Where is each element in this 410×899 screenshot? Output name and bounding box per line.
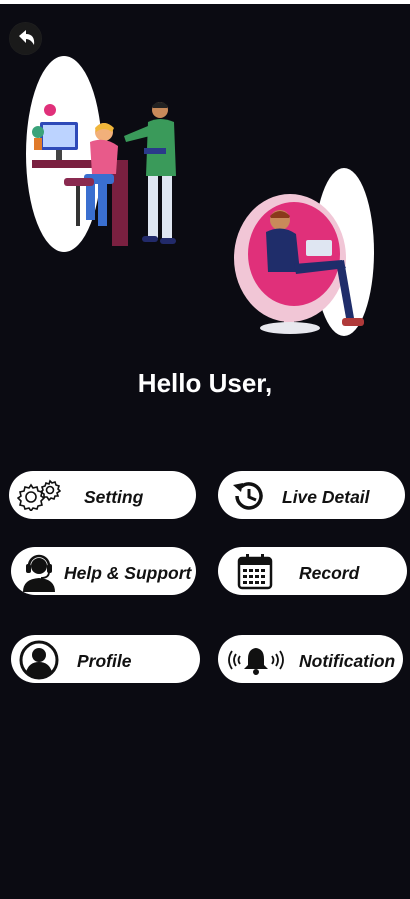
- setting-label: Setting: [84, 487, 144, 507]
- live-detail-label: Live Detail: [282, 487, 370, 507]
- live-detail-button[interactable]: Live Detail: [218, 471, 405, 519]
- back-button[interactable]: [9, 22, 42, 55]
- record-button[interactable]: Record: [218, 547, 407, 595]
- back-arrow-icon: [9, 22, 42, 55]
- team-office-illustration: [26, 56, 176, 252]
- greeting-heading: Hello User,: [137, 368, 273, 398]
- profile-button[interactable]: Profile: [11, 635, 200, 683]
- gears-icon: [17, 479, 61, 511]
- clock-history-icon: [231, 479, 267, 513]
- help-support-label: Help & Support: [64, 563, 192, 583]
- calendar-icon: [236, 552, 274, 590]
- record-label: Record: [299, 563, 360, 583]
- top-status-line: [0, 0, 410, 4]
- notification-button[interactable]: Notification: [218, 635, 403, 683]
- relaxing-chair-illustration: [234, 168, 374, 336]
- headset-support-icon: [21, 552, 57, 592]
- user-avatar-icon: [19, 640, 59, 680]
- bell-ringing-icon: [224, 645, 288, 675]
- notification-label: Notification: [299, 651, 396, 671]
- setting-button[interactable]: Setting: [9, 471, 196, 519]
- profile-label: Profile: [77, 651, 132, 671]
- help-support-button[interactable]: Help & Support: [11, 547, 196, 595]
